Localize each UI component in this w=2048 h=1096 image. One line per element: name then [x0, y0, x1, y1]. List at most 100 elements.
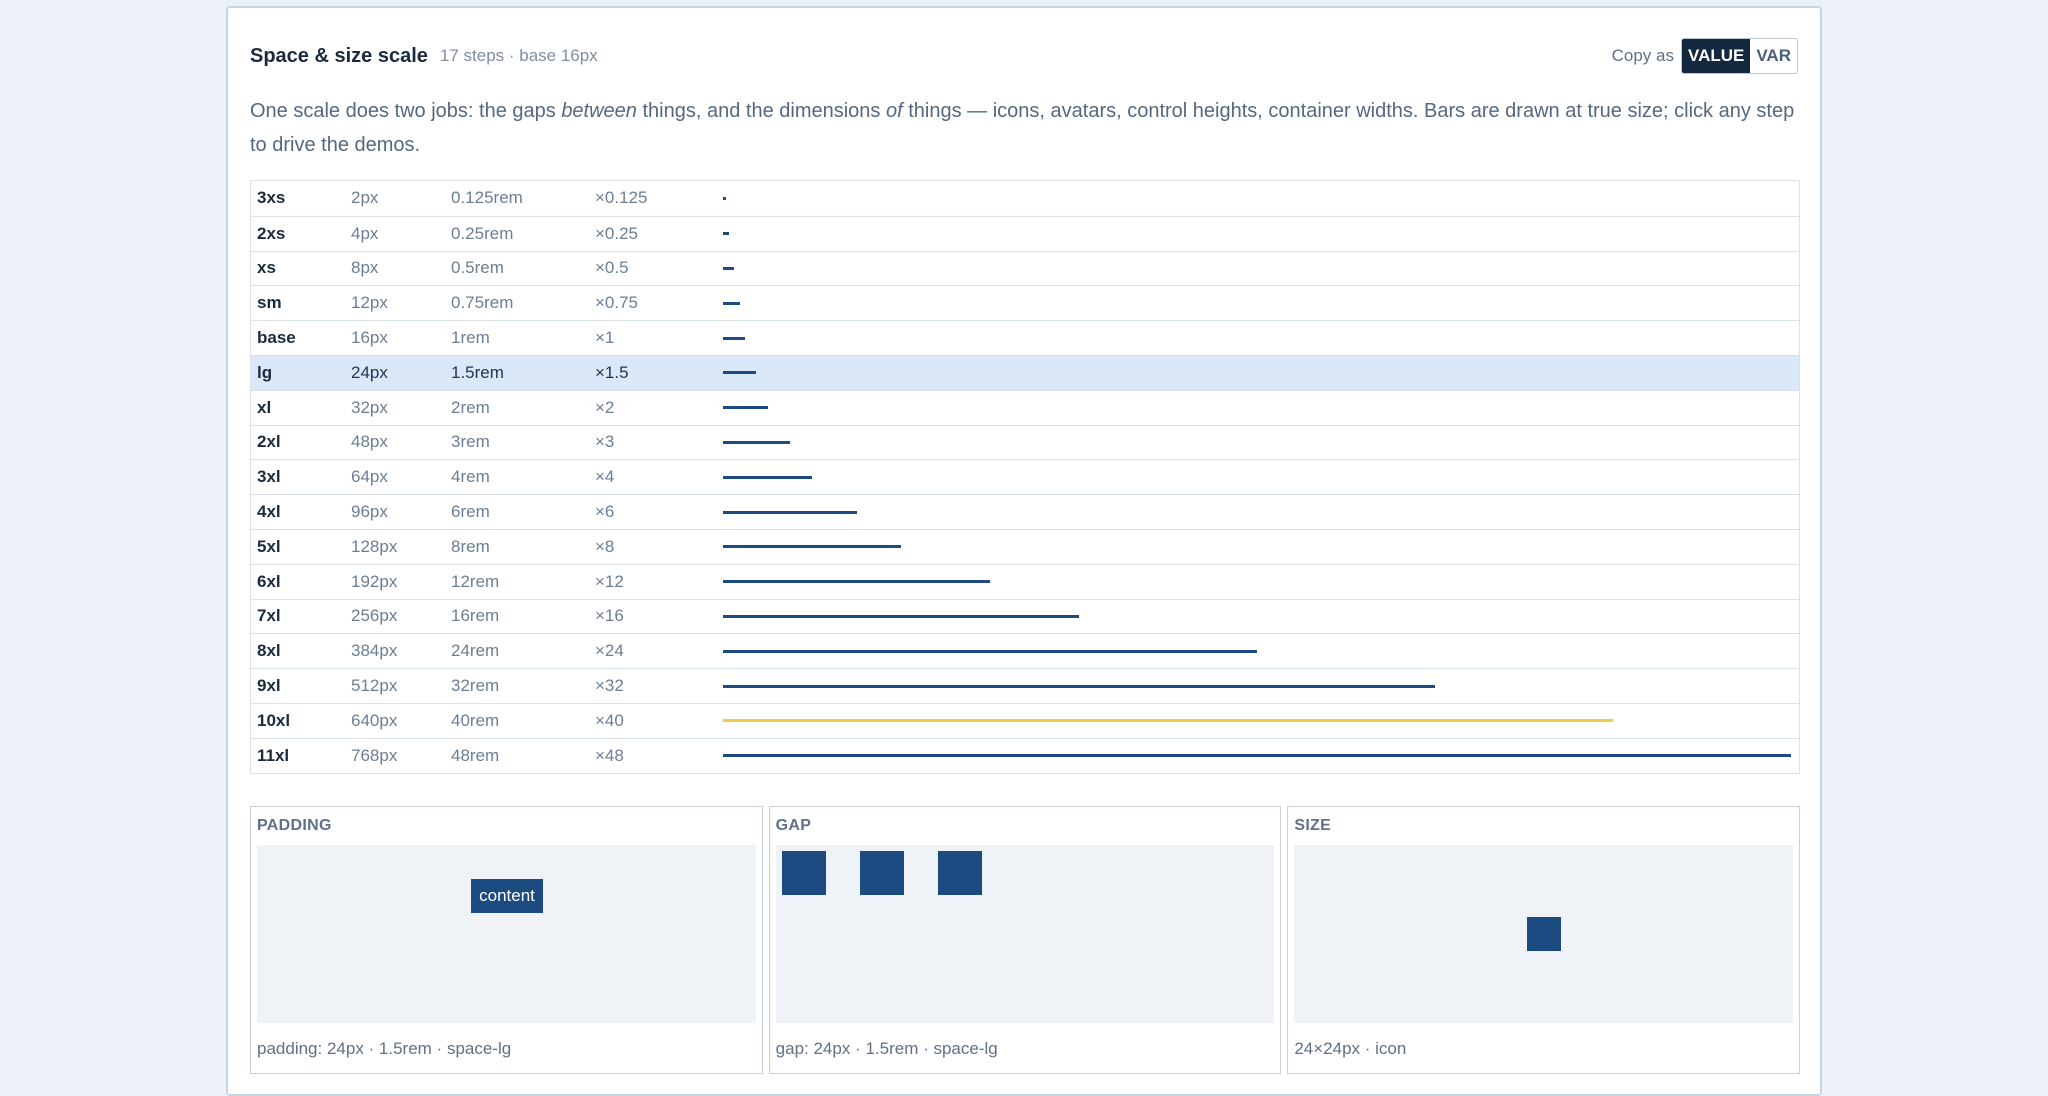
step-bar — [723, 301, 740, 305]
step-name: 2xs — [257, 223, 286, 243]
step-bar — [723, 545, 901, 549]
step-bar-track — [723, 181, 1799, 216]
description-text: One scale does two jobs: the gaps — [250, 100, 562, 122]
step-px: 128px — [351, 536, 398, 556]
step-multiplier: ×3 — [595, 432, 615, 452]
step-px: 12px — [351, 293, 388, 313]
step-name: 10xl — [257, 710, 291, 730]
size-demo-title: SIZE — [1294, 817, 1332, 834]
scale-row-5xl[interactable]: 5xl 128px 8rem ×8 — [251, 528, 1799, 564]
scale-row-11xl[interactable]: 11xl 768px 48rem ×48 — [251, 737, 1799, 773]
copy-format-toggle: VALUE VAR — [1681, 38, 1798, 74]
step-rem: 4rem — [451, 467, 490, 487]
copy-var-button[interactable]: VAR — [1750, 39, 1797, 73]
scale-row-2xs[interactable]: 2xs 4px 0.25rem ×0.25 — [251, 215, 1799, 251]
gap-square — [781, 851, 826, 895]
step-bar-track — [723, 600, 1799, 634]
step-multiplier: ×1 — [595, 328, 615, 348]
step-bar-track — [723, 669, 1799, 703]
padding-demo-title: PADDING — [257, 817, 332, 834]
scale-row-7xl[interactable]: 7xl 256px 16rem ×16 — [251, 598, 1799, 634]
step-bar-track — [723, 321, 1799, 355]
scale-row-3xl[interactable]: 3xl 64px 4rem ×4 — [251, 459, 1799, 494]
gap-demo-title: GAP — [775, 817, 812, 834]
step-name: sm — [257, 293, 282, 313]
step-bar-track — [723, 704, 1799, 738]
step-bar — [723, 406, 768, 410]
step-px: 384px — [351, 641, 398, 661]
step-rem: 6rem — [451, 502, 490, 522]
step-name: 3xl — [257, 467, 281, 487]
scale-row-xs[interactable]: xs 8px 0.5rem ×0.5 — [251, 250, 1799, 286]
step-bar — [723, 266, 735, 270]
gap-demo-caption: gap: 24px · 1.5rem · space-lg — [775, 1039, 998, 1058]
scale-row-2xl[interactable]: 2xl 48px 3rem ×3 — [251, 424, 1799, 460]
gap-square — [859, 851, 904, 895]
step-rem: 0.5rem — [451, 258, 504, 278]
step-px: 2px — [351, 188, 379, 208]
step-multiplier: ×0.75 — [595, 293, 639, 313]
step-rem: 0.125rem — [451, 188, 523, 208]
step-bar-track — [723, 356, 1799, 390]
scale-row-10xl[interactable]: 10xl 640px 40rem ×40 — [251, 702, 1799, 738]
space-scale-card: Space & size scale 17 steps · base 16px … — [226, 6, 1822, 1096]
step-bar — [723, 614, 1079, 618]
scale-row-lg[interactable]: lg 24px 1.5rem ×1.5 — [251, 354, 1799, 390]
step-name: 7xl — [257, 606, 281, 626]
scale-row-8xl[interactable]: 8xl 384px 24rem ×24 — [251, 633, 1799, 668]
step-multiplier: ×48 — [595, 745, 624, 765]
step-bar-track — [723, 252, 1799, 286]
step-bar-track — [723, 530, 1799, 564]
step-rem: 3rem — [451, 432, 490, 452]
step-px: 16px — [351, 328, 388, 348]
step-multiplier: ×0.5 — [595, 258, 629, 278]
scale-row-sm[interactable]: sm 12px 0.75rem ×0.75 — [251, 285, 1799, 320]
gap-square — [937, 851, 982, 895]
step-name: 4xl — [257, 502, 281, 522]
scale-row-9xl[interactable]: 9xl 512px 32rem ×32 — [251, 668, 1799, 703]
step-bar-track — [723, 634, 1799, 668]
step-bar — [723, 684, 1435, 688]
scale-row-base[interactable]: base 16px 1rem ×1 — [251, 320, 1799, 355]
step-rem: 8rem — [451, 536, 490, 556]
scale-row-xl[interactable]: xl 32px 2rem ×2 — [251, 389, 1799, 425]
step-name: xs — [257, 258, 276, 278]
step-bar — [723, 196, 726, 200]
step-bar — [723, 754, 1791, 758]
copy-value-button[interactable]: VALUE — [1682, 39, 1751, 73]
step-multiplier: ×1.5 — [595, 362, 629, 382]
step-rem: 48rem — [451, 745, 500, 765]
step-bar — [723, 371, 757, 375]
step-bar-track — [723, 460, 1799, 494]
description-emphasis: between — [561, 100, 637, 122]
step-multiplier: ×2 — [595, 397, 615, 417]
step-bar — [723, 649, 1257, 653]
step-rem: 0.75rem — [451, 293, 514, 313]
step-multiplier: ×4 — [595, 467, 615, 487]
scale-row-4xl[interactable]: 4xl 96px 6rem ×6 — [251, 494, 1799, 529]
scale-row-3xs[interactable]: 3xs 2px 0.125rem ×0.125 — [251, 181, 1799, 216]
step-name: 11xl — [257, 745, 290, 765]
padding-demo-stage: content — [257, 845, 756, 1023]
gap-demo-stage — [775, 845, 1275, 1023]
step-px: 768px — [351, 745, 398, 765]
scale-row-6xl[interactable]: 6xl 192px 12rem ×12 — [251, 563, 1799, 599]
step-name: 9xl — [257, 676, 281, 696]
step-bar-track — [723, 739, 1799, 773]
step-bar-track — [723, 495, 1799, 529]
step-name: xl — [257, 397, 272, 417]
step-px: 192px — [351, 571, 398, 591]
step-bar — [723, 475, 812, 479]
step-px: 640px — [351, 710, 398, 730]
copy-as-label: Copy as — [1611, 46, 1674, 65]
scale-table: 3xs 2px 0.125rem ×0.125 2xs 4px 0.25rem ×0.25 xs… — [250, 180, 1800, 774]
demo-panels: PADDING content padding: 24px · 1.5rem ·… — [250, 806, 1801, 1074]
step-bar-track — [723, 391, 1799, 425]
step-px: 48px — [351, 432, 388, 452]
step-px: 32px — [351, 397, 388, 417]
step-px: 96px — [351, 502, 388, 522]
padding-demo: PADDING content padding: 24px · 1.5rem ·… — [250, 806, 763, 1074]
copy-as-control: Copy as VALUE VAR — [1612, 38, 1798, 74]
step-bar-track — [723, 217, 1799, 251]
padding-content-box: content — [471, 879, 543, 913]
